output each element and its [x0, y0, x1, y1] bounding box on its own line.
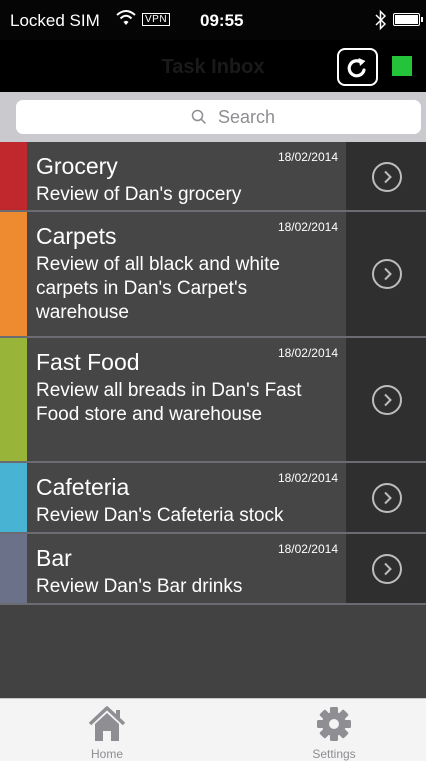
tab-settings-label: Settings: [312, 747, 356, 761]
tab-settings[interactable]: Settings: [274, 699, 394, 761]
task-name: Bar: [36, 545, 72, 571]
task-date: 18/02/2014: [277, 150, 338, 164]
clock: 09:55: [200, 11, 244, 30]
task-detail-button[interactable]: [346, 534, 426, 603]
task-description: Review of Dan's grocery: [36, 184, 242, 205]
task-description: Review Dan's Bar drinks: [36, 576, 243, 597]
tab-home-label: Home: [90, 747, 123, 761]
task-detail-button[interactable]: [346, 463, 426, 532]
tab-bar: Home Settings: [0, 698, 426, 761]
chevron-right-icon: [384, 491, 392, 505]
task-date: 18/02/2014: [277, 471, 338, 485]
bluetooth-icon: [375, 9, 387, 31]
nav-bar: Task Inbox: [0, 40, 426, 92]
carrier-label: Locked SIM: [10, 11, 100, 30]
search-input[interactable]: Search: [16, 100, 421, 134]
task-color-stripe: [0, 534, 27, 603]
chevron-right-icon: [384, 562, 392, 576]
status-bar: Locked SIM VPN 09:55: [0, 0, 426, 40]
task-name: Grocery: [36, 153, 118, 179]
task-detail-button[interactable]: [346, 338, 426, 461]
task-color-stripe: [0, 338, 27, 461]
task-description: Review Dan's Cafeteria stock: [36, 505, 284, 526]
task-row-fast-food[interactable]: Fast Food 18/02/2014 Review all breads i…: [0, 338, 426, 463]
task-color-stripe: [0, 142, 27, 210]
refresh-icon: [347, 58, 366, 78]
gear-icon: [317, 707, 351, 741]
chevron-right-icon: [384, 393, 392, 407]
task-date: 18/02/2014: [277, 220, 338, 234]
home-icon: [88, 706, 126, 741]
task-row-cafeteria[interactable]: Cafeteria 18/02/2014 Review Dan's Cafete…: [0, 463, 426, 534]
task-detail-button[interactable]: [346, 212, 426, 336]
battery-icon: [393, 13, 423, 26]
task-name: Cafeteria: [36, 474, 130, 500]
task-row-grocery[interactable]: Grocery 18/02/2014 Review of Dan's groce…: [0, 142, 426, 212]
task-color-stripe: [0, 463, 27, 532]
chevron-right-icon: [384, 267, 392, 281]
search-placeholder: Search: [218, 107, 276, 127]
wifi-icon: [116, 10, 136, 25]
task-detail-button[interactable]: [346, 142, 426, 210]
task-date: 18/02/2014: [277, 542, 338, 556]
task-date: 18/02/2014: [277, 346, 338, 360]
task-name: Carpets: [36, 223, 117, 249]
task-color-stripe: [0, 212, 27, 336]
search-icon: [191, 109, 207, 125]
vpn-badge: VPN: [142, 13, 171, 26]
task-row-carpets[interactable]: Carpets 18/02/2014 Review of all black a…: [0, 212, 426, 338]
task-description: Review all breads in Dan's Fast Food sto…: [36, 380, 302, 425]
status-indicator: [392, 56, 412, 76]
task-description: Review of all black and white carpets in…: [36, 254, 280, 323]
search-bar: Search: [0, 92, 426, 142]
refresh-button[interactable]: [337, 48, 378, 86]
task-name: Fast Food: [36, 349, 140, 375]
tab-home[interactable]: Home: [47, 699, 167, 761]
task-list: Grocery 18/02/2014 Review of Dan's groce…: [0, 142, 426, 698]
chevron-right-icon: [384, 170, 392, 184]
task-row-bar[interactable]: Bar 18/02/2014 Review Dan's Bar drinks: [0, 534, 426, 605]
